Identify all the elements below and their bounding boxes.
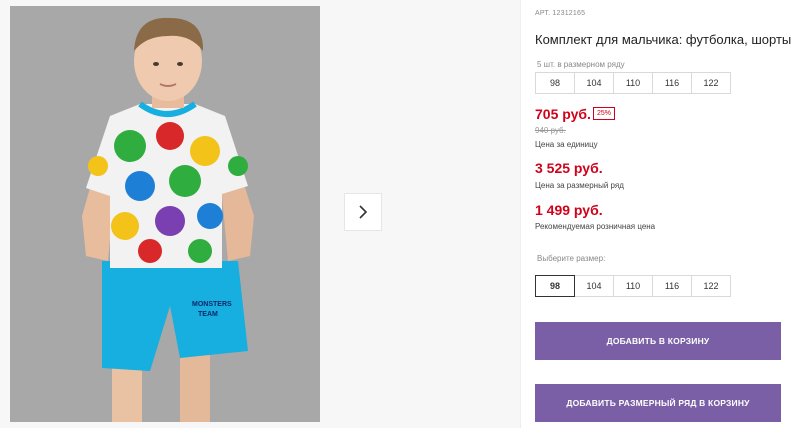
add-series-to-cart-button[interactable]: ДОБАВИТЬ РАЗМЕРНЫЙ РЯД В КОРЗИНУ [535, 384, 781, 422]
size-option-122[interactable]: 122 [691, 275, 731, 297]
retail-price: 1 499 руб. [535, 202, 603, 218]
old-price: 940 руб. [535, 126, 566, 135]
choose-size-label: Выберите размер: [537, 254, 606, 263]
size-selector: 98 104 110 116 122 [535, 275, 731, 297]
unit-price: 705 руб. [535, 106, 591, 122]
product-sku: АРТ. 12312165 [535, 10, 586, 17]
next-image-button[interactable] [344, 193, 382, 231]
product-title: Комплект для мальчика: футболка, шорты [535, 32, 792, 47]
size-row-list: 98 104 110 116 122 [535, 72, 731, 94]
size-option-104[interactable]: 104 [574, 275, 614, 297]
size-row-item: 116 [652, 72, 692, 94]
size-option-110[interactable]: 110 [613, 275, 653, 297]
size-option-98[interactable]: 98 [535, 275, 575, 297]
size-option-116[interactable]: 116 [652, 275, 692, 297]
size-row-item: 104 [574, 72, 614, 94]
product-info-panel: АРТ. 12312165 Комплект для мальчика: фут… [520, 0, 800, 428]
size-row-item: 110 [613, 72, 653, 94]
series-price: 3 525 руб. [535, 160, 603, 176]
series-price-label: Цена за размерный ряд [535, 181, 624, 190]
size-row-item: 98 [535, 72, 575, 94]
size-row-item: 122 [691, 72, 731, 94]
svg-text:MONSTERS: MONSTERS [192, 301, 232, 308]
add-to-cart-button[interactable]: ДОБАВИТЬ В КОРЗИНУ [535, 322, 781, 360]
boy-in-outfit-image: MONSTERS TEAM [10, 6, 320, 422]
product-gallery: MONSTERS TEAM [0, 0, 520, 428]
product-photo[interactable]: MONSTERS TEAM [10, 6, 320, 422]
unit-price-label: Цена за единицу [535, 140, 598, 149]
size-row-label: 5 шт. в размерном ряду [537, 60, 625, 69]
retail-price-label: Рекомендуемая розничная цена [535, 222, 656, 231]
discount-badge: 25% [593, 107, 616, 120]
chevron-right-icon [359, 205, 368, 219]
svg-text:TEAM: TEAM [198, 311, 218, 318]
